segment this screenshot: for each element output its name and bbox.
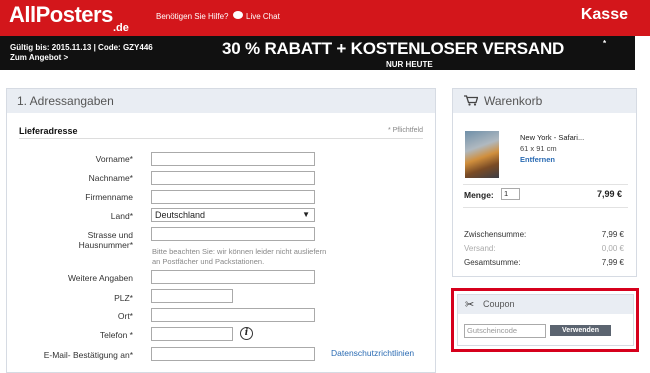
- shipping-value: 0,00 €: [601, 244, 624, 253]
- divider: [463, 184, 628, 185]
- allposters-logo[interactable]: AllPosters: [9, 2, 113, 28]
- scissors-icon: ✂: [465, 299, 475, 311]
- phone-input[interactable]: [151, 327, 233, 341]
- apply-coupon-button[interactable]: Verwenden: [550, 325, 611, 336]
- live-chat-link[interactable]: Live Chat: [246, 12, 280, 21]
- shipping-row: Versand: 0,00 €: [464, 244, 624, 253]
- zip-label: PLZ*: [114, 293, 133, 303]
- item-price: 7,99 €: [596, 189, 622, 199]
- street-label-line1: Strasse und: [87, 230, 133, 240]
- remove-item-link[interactable]: Entfernen: [520, 155, 555, 164]
- additional-info-input[interactable]: [151, 270, 315, 284]
- city-input[interactable]: [151, 308, 315, 322]
- product-size: 61 x 91 cm: [520, 144, 557, 153]
- subtotal-row: Zwischensumme: 7,99 €: [464, 230, 624, 239]
- shipping-label: Versand:: [464, 244, 496, 253]
- privacy-policy-link[interactable]: Datenschutzrichtlinien: [331, 348, 414, 358]
- quantity-input[interactable]: 1: [501, 188, 520, 200]
- email-input[interactable]: [151, 347, 315, 361]
- shipping-address-heading: Lieferadresse: [19, 126, 78, 136]
- last-name-input[interactable]: [151, 171, 315, 185]
- promo-headline: 30 % RABATT + KOSTENLOSER VERSAND: [222, 39, 565, 58]
- country-select[interactable]: Deutschland ▼: [151, 208, 315, 222]
- country-select-value: Deutschland: [155, 210, 206, 220]
- cart-panel: Warenkorb New York - Safari... 61 x 91 c…: [452, 88, 637, 277]
- info-icon[interactable]: i: [240, 327, 253, 340]
- promo-banner[interactable]: Gültig bis: 2015.11.13 | Code: GZY446 Zu…: [0, 36, 635, 70]
- divider: [19, 138, 423, 139]
- additional-info-label: Weitere Angaben: [67, 273, 133, 283]
- product-name[interactable]: New York - Safari...: [520, 133, 584, 142]
- product-thumbnail[interactable]: [465, 131, 499, 178]
- checkout-title: Kasse: [580, 6, 628, 23]
- divider: [463, 207, 628, 208]
- promo-code-info: Gültig bis: 2015.11.13 | Code: GZY446 Zu…: [10, 43, 153, 63]
- subtotal-label: Zwischensumme:: [464, 230, 527, 239]
- street-label-line2: Hausnummer*: [78, 240, 133, 250]
- promo-offer-link[interactable]: Zum Angebot >: [10, 53, 153, 63]
- total-row: Gesamtsumme: 7,99 €: [464, 258, 624, 267]
- cart-panel-header: Warenkorb: [453, 89, 636, 113]
- street-note-line2: an Postfächer und Packstationen.: [152, 257, 265, 266]
- street-input[interactable]: [151, 227, 315, 241]
- phone-label: Telefon *: [99, 330, 133, 340]
- promo-subline: NUR HEUTE: [386, 60, 433, 69]
- promo-asterisk: *: [603, 39, 607, 48]
- first-name-label: Vorname*: [95, 154, 133, 164]
- chat-bubble-icon[interactable]: [233, 11, 243, 19]
- email-label: E-Mail- Bestätigung an*: [43, 350, 133, 360]
- subtotal-value: 7,99 €: [601, 230, 624, 239]
- coupon-panel: ✂ Coupon Gutscheincode Verwenden: [457, 294, 634, 346]
- cart-title: Warenkorb: [484, 94, 543, 108]
- dropdown-arrow-icon: ▼: [302, 210, 310, 219]
- address-panel-header: 1. Adressangaben: [7, 89, 435, 113]
- address-panel: 1. Adressangaben Lieferadresse * Pflicht…: [6, 88, 436, 373]
- top-header: AllPosters .de Benötigen Sie Hilfe? Live…: [0, 0, 650, 36]
- city-label: Ort*: [117, 311, 133, 321]
- shopping-cart-icon: [464, 95, 478, 106]
- country-label: Land*: [110, 211, 133, 221]
- required-field-note: * Pflichtfeld: [387, 127, 423, 134]
- help-text[interactable]: Benötigen Sie Hilfe?: [156, 12, 229, 21]
- coupon-panel-header: ✂ Coupon: [458, 295, 633, 314]
- quantity-label: Menge:: [464, 190, 494, 200]
- street-note-line1: Bitte beachten Sie: wir können leider ni…: [152, 247, 327, 256]
- first-name-input[interactable]: [151, 152, 315, 166]
- last-name-label: Nachname*: [88, 173, 133, 183]
- street-note: Bitte beachten Sie: wir können leider ni…: [152, 247, 412, 267]
- total-value: 7,99 €: [601, 258, 624, 267]
- company-input[interactable]: [151, 190, 315, 204]
- coupon-title: Coupon: [483, 299, 515, 309]
- company-label: Firmenname: [85, 192, 133, 202]
- logo-tld: .de: [113, 22, 129, 34]
- coupon-code-input[interactable]: Gutscheincode: [464, 324, 546, 338]
- address-section-title: 1. Adressangaben: [17, 94, 114, 108]
- promo-validity: Gültig bis: 2015.11.13 | Code: GZY446: [10, 43, 153, 52]
- zip-input[interactable]: [151, 289, 233, 303]
- total-label: Gesamtsumme:: [464, 258, 521, 267]
